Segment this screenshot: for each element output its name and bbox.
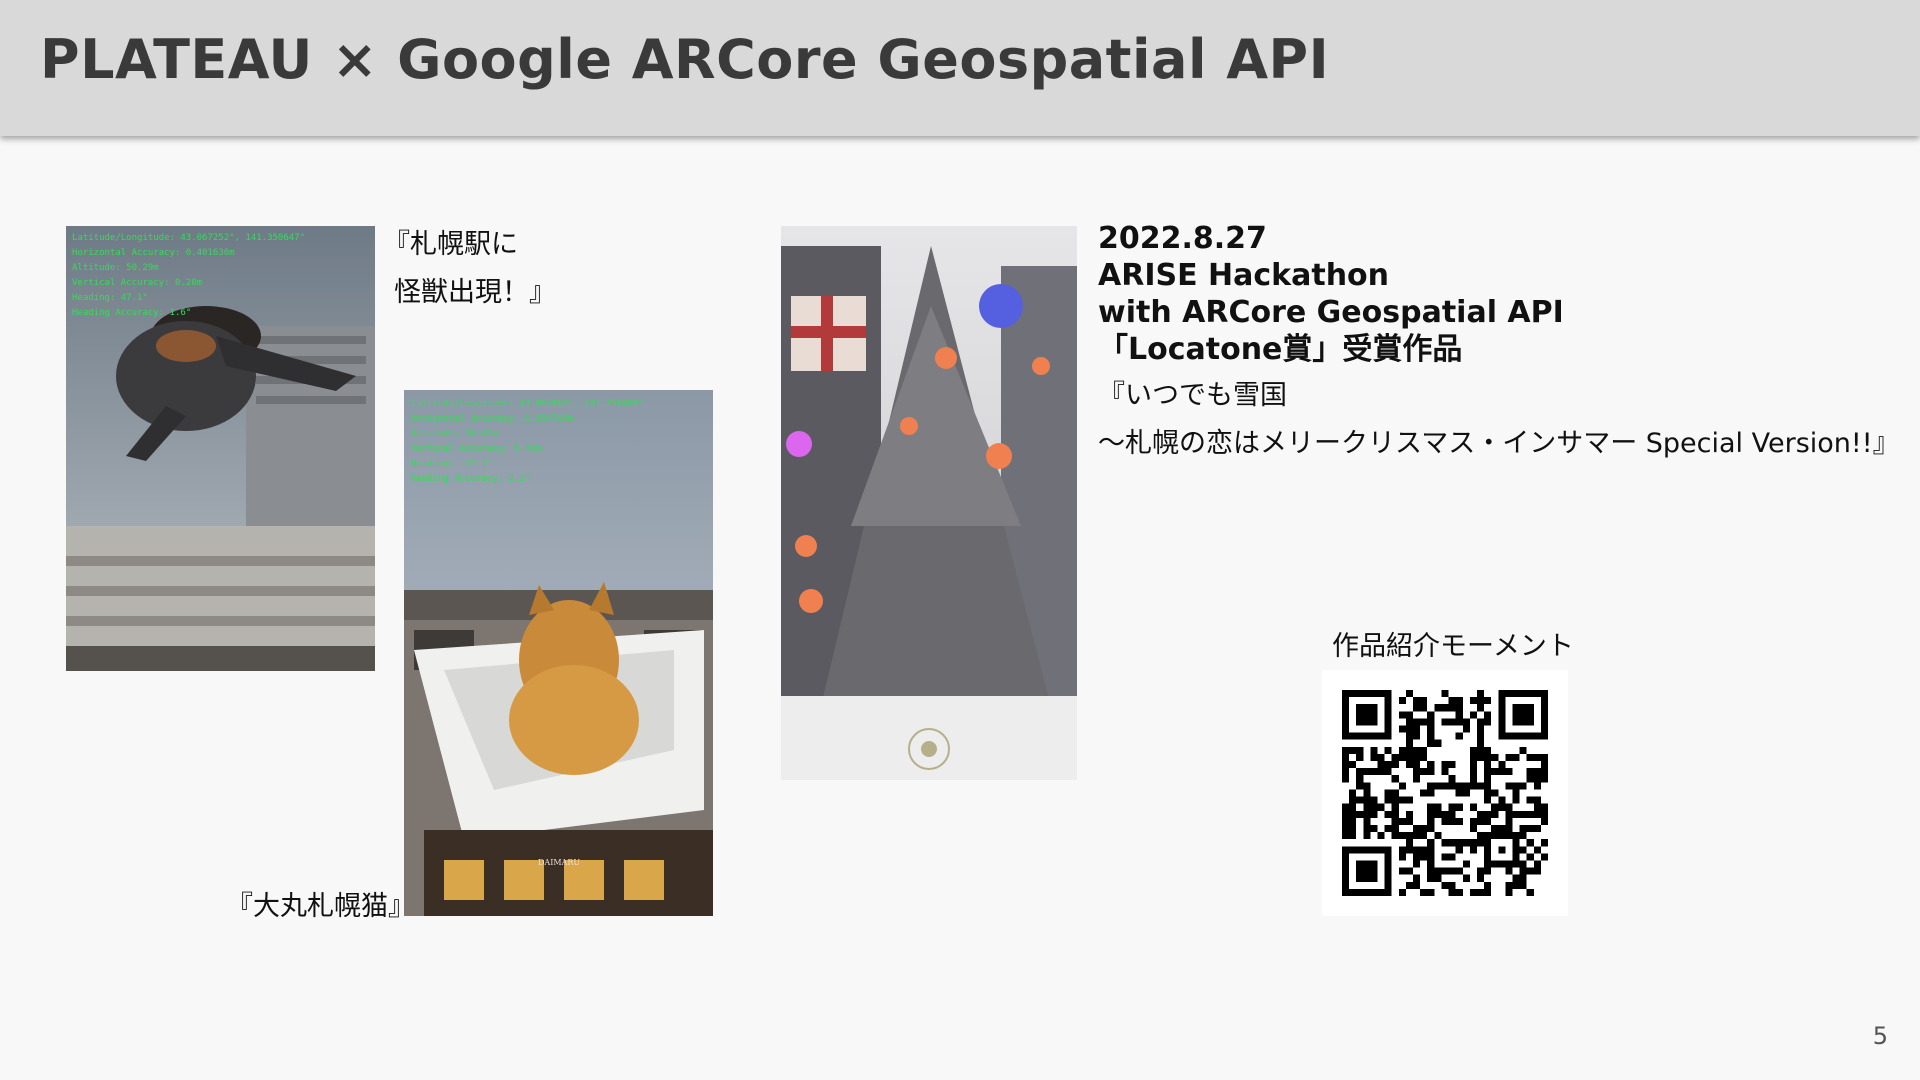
svg-text:DAIMARU: DAIMARU bbox=[538, 858, 580, 867]
svg-text:Latitude/Longitude: 43.067063°: Latitude/Longitude: 43.067063°, 141.3504… bbox=[411, 399, 644, 409]
title-bar: PLATEAU × Google ARCore Geospatial API bbox=[0, 0, 1920, 136]
qr-code-image bbox=[1342, 690, 1548, 896]
event-date: 2022.8.27 bbox=[1098, 221, 1267, 256]
monster-caption-line1: 『札幌駅に bbox=[383, 229, 518, 260]
svg-text:Altitude: 50.29m: Altitude: 50.29m bbox=[72, 263, 159, 273]
info-block: 2022.8.27 ARISE Hackathon with ARCore Ge… bbox=[1098, 220, 1900, 468]
monster-caption-line2: 怪獣出現！』 bbox=[394, 277, 556, 308]
christmas-tree-photo bbox=[781, 226, 1077, 780]
cat-caption: 『大丸札幌猫』 bbox=[226, 891, 415, 922]
svg-text:Heading Accuracy: 2.2°: Heading Accuracy: 2.2° bbox=[411, 474, 530, 484]
svg-text:Horizontal Accuracy: 0.401630m: Horizontal Accuracy: 0.401630m bbox=[72, 248, 235, 258]
svg-text:Latitude/Longitude: 43.067252°: Latitude/Longitude: 43.067252°, 141.3506… bbox=[72, 233, 305, 243]
svg-text:Vertical Accuracy: 0.49m: Vertical Accuracy: 0.49m bbox=[411, 444, 541, 454]
work-title: 『いつでも雪国 bbox=[1098, 380, 1287, 411]
svg-text:Altitude: 50.47m: Altitude: 50.47m bbox=[411, 429, 498, 439]
monster-photo: Latitude/Longitude: 43.067252°, 141.3506… bbox=[66, 226, 375, 671]
page-number: 5 bbox=[1872, 1022, 1888, 1050]
svg-text:Heading: -37.1°: Heading: -37.1° bbox=[411, 459, 492, 469]
svg-text:Heading Accuracy: 1.6°: Heading Accuracy: 1.6° bbox=[72, 308, 191, 318]
svg-text:Heading: 47.1°: Heading: 47.1° bbox=[72, 293, 148, 303]
qr-code[interactable] bbox=[1322, 670, 1568, 916]
svg-text:Vertical Accuracy: 0.20m: Vertical Accuracy: 0.20m bbox=[72, 278, 202, 288]
award-name: 「Locatone賞」受賞作品 bbox=[1098, 332, 1463, 367]
work-subtitle: ～札幌の恋はメリークリスマス・インサマー Special Version!!』 bbox=[1098, 428, 1900, 459]
event-name: ARISE Hackathon bbox=[1098, 258, 1390, 293]
qr-label: 作品紹介モーメント bbox=[1332, 631, 1574, 662]
slide-title: PLATEAU × Google ARCore Geospatial API bbox=[40, 28, 1330, 91]
cat-photo: DAIMARU Latitude/Longitude: 43.067063°, … bbox=[404, 390, 713, 916]
svg-text:Horizontal Accuracy: 0.550768m: Horizontal Accuracy: 0.550768m bbox=[411, 414, 574, 424]
event-with: with ARCore Geospatial API bbox=[1098, 295, 1564, 330]
